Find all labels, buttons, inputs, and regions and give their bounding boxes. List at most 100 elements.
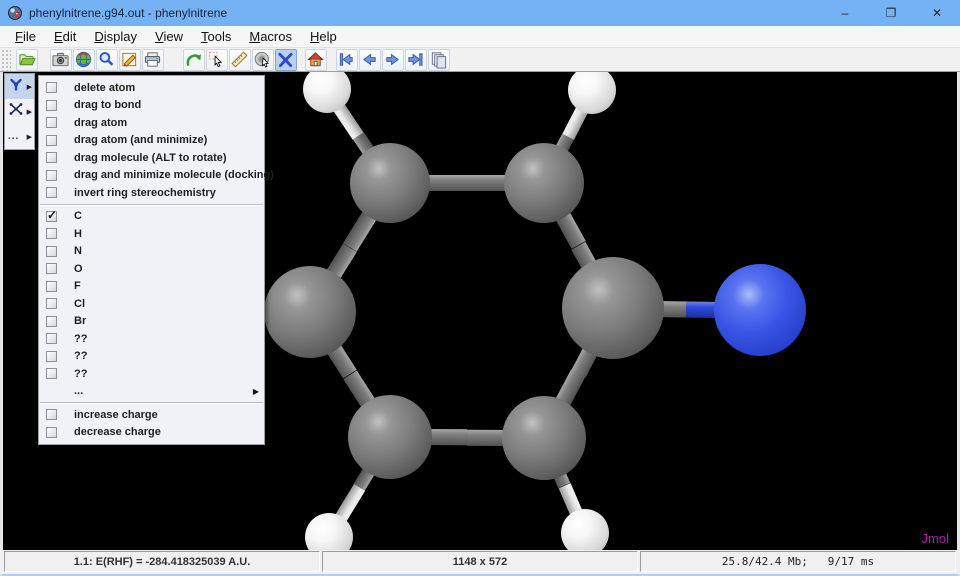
previous-frame-button[interactable] (359, 49, 381, 71)
select-atoms-button[interactable] (206, 49, 228, 71)
modelkit-dark-molecule-icon (8, 101, 24, 122)
toolbar-group (335, 49, 450, 71)
checkbox-icon[interactable] (46, 228, 57, 239)
open-folder-icon (17, 50, 36, 69)
atom-H2[interactable] (568, 72, 616, 114)
print-button[interactable] (142, 49, 164, 71)
checkbox-icon[interactable] (46, 170, 57, 181)
atom-C2[interactable] (504, 143, 584, 223)
toolbar-drag-handle[interactable] (1, 49, 11, 71)
atom-C4[interactable] (562, 257, 664, 359)
menu-item-increase-charge[interactable]: increase charge (39, 406, 264, 424)
checkbox-icon[interactable] (46, 316, 57, 327)
copies-icon (429, 50, 448, 69)
modelkit-panel-item-atom-tools[interactable]: ▶ (5, 74, 34, 99)
menu-tools[interactable]: Tools (192, 27, 240, 46)
menu-item-cl[interactable]: Cl (39, 295, 264, 313)
menu-item-drag-molecule-alt-to-rotate[interactable]: drag molecule (ALT to rotate) (39, 149, 264, 167)
toolbar-group (15, 49, 38, 71)
checkbox-icon[interactable] (46, 333, 57, 344)
checkbox-checked-icon[interactable]: ✓ (46, 211, 57, 222)
window-title: phenylnitrene.g94.out - phenylnitrene (29, 6, 227, 20)
toolbar-group (304, 49, 327, 71)
checkbox-icon[interactable] (46, 298, 57, 309)
menu-item-unknown-17[interactable]: ?? (39, 365, 264, 383)
menu-item-drag-atom-and-minimize[interactable]: drag atom (and minimize) (39, 132, 264, 150)
menu-item-invert-ring-stereochemistry[interactable]: invert ring stereochemistry (39, 184, 264, 202)
multi-frame-view-button[interactable] (428, 49, 450, 71)
checkbox-icon[interactable] (46, 152, 57, 163)
title-bar[interactable]: phenylnitrene.g94.out - phenylnitrene – … (0, 0, 960, 26)
menu-file[interactable]: File (6, 27, 45, 46)
ruler-icon (230, 50, 249, 69)
menu-edit[interactable]: Edit (45, 27, 85, 46)
export-web-button[interactable] (73, 49, 95, 71)
atom-H4[interactable] (561, 509, 609, 550)
script-editor-button[interactable] (119, 49, 141, 71)
menu-item-drag-atom[interactable]: drag atom (39, 114, 264, 132)
checkbox-icon[interactable] (46, 263, 57, 274)
menu-item-unknown-16[interactable]: ?? (39, 348, 264, 366)
menu-item-o[interactable]: O (39, 260, 264, 278)
atom-C6[interactable] (502, 396, 586, 480)
menu-item-c[interactable]: ✓C (39, 208, 264, 226)
menu-display[interactable]: Display (85, 27, 146, 46)
checkbox-icon[interactable] (46, 368, 57, 379)
camera-icon (51, 50, 70, 69)
menu-item-unknown-15[interactable]: ?? (39, 330, 264, 348)
checkbox-icon[interactable] (46, 427, 57, 438)
checkbox-icon[interactable] (46, 135, 57, 146)
reset-view-button[interactable] (305, 49, 327, 71)
menu-item-br[interactable]: Br (39, 313, 264, 331)
maximize-button[interactable]: ❐ (868, 0, 914, 26)
toolbar (0, 48, 960, 72)
checkbox-icon[interactable] (46, 409, 57, 420)
atom-C3[interactable] (264, 266, 356, 358)
menu-item-n[interactable]: N (39, 243, 264, 261)
menu-item-drag-to-bond[interactable]: drag to bond (39, 97, 264, 115)
close-button[interactable]: ✕ (914, 0, 960, 26)
menu-item-f[interactable]: F (39, 278, 264, 296)
menu-view[interactable]: View (146, 27, 192, 46)
modelkit-panel-item-bond-tools[interactable]: ▶ (5, 99, 34, 124)
menu-item-label: drag to bond (74, 99, 141, 111)
atom-C1[interactable] (350, 143, 430, 223)
open-file-button[interactable] (16, 49, 38, 71)
menu-item-drag-and-minimize-molecule-docking[interactable]: drag and minimize molecule (docking) (39, 167, 264, 185)
checkmark-icon: ✓ (47, 208, 57, 222)
first-frame-button[interactable] (336, 49, 358, 71)
modelkit-mode-button[interactable] (275, 49, 297, 71)
atom-C5[interactable] (348, 395, 432, 479)
find-button[interactable] (96, 49, 118, 71)
measure-distance-button[interactable] (229, 49, 251, 71)
modelkit-icon (276, 50, 295, 69)
select-cursor-icon (207, 50, 226, 69)
modelkit-panel-item-more-tools[interactable]: ...▶ (5, 124, 34, 149)
menu-macros[interactable]: Macros (240, 27, 301, 46)
menu-item-label: H (74, 228, 82, 240)
menu-item-h[interactable]: H (39, 225, 264, 243)
magnifier-icon (97, 50, 116, 69)
menu-item-label: invert ring stereochemistry (74, 187, 216, 199)
minimize-button[interactable]: – (822, 0, 868, 26)
menu-item-delete-atom[interactable]: delete atom (39, 79, 264, 97)
next-frame-button[interactable] (382, 49, 404, 71)
menu-item-unknown-18[interactable]: ...▶ (39, 383, 264, 401)
spin-button[interactable] (183, 49, 205, 71)
checkbox-icon[interactable] (46, 117, 57, 128)
atom-N1[interactable] (714, 264, 806, 356)
checkbox-icon[interactable] (46, 351, 57, 362)
export-image-button[interactable] (50, 49, 72, 71)
checkbox-icon[interactable] (46, 246, 57, 257)
checkbox-icon[interactable] (46, 281, 57, 292)
last-frame-button[interactable] (405, 49, 427, 71)
checkbox-icon[interactable] (46, 187, 57, 198)
menu-item-label: ?? (74, 368, 87, 380)
menu-item-decrease-charge[interactable]: decrease charge (39, 424, 264, 442)
checkbox-icon[interactable] (46, 100, 57, 111)
menu-help[interactable]: Help (301, 27, 346, 46)
rotate-molecule-button[interactable] (252, 49, 274, 71)
jmol-app-icon (7, 5, 23, 21)
checkbox-icon[interactable] (46, 82, 57, 93)
menu-item-label: ?? (74, 350, 87, 362)
